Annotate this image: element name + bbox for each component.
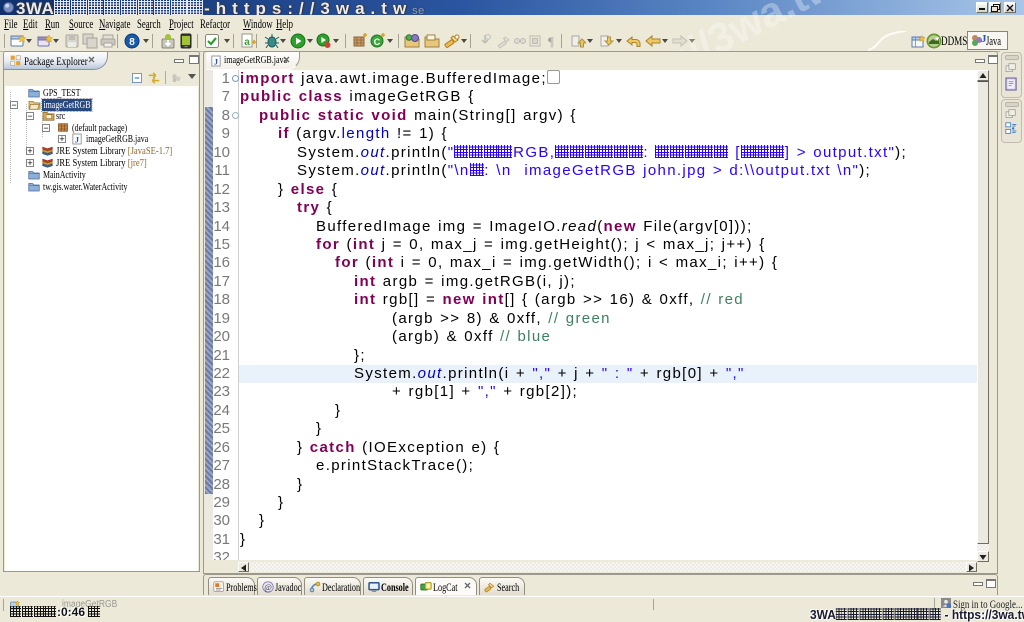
svg-text:J: J xyxy=(75,135,79,144)
svg-text:a: a xyxy=(244,37,250,48)
svg-text:C: C xyxy=(374,37,381,47)
svg-text:8: 8 xyxy=(129,37,135,48)
svg-text:@: @ xyxy=(264,583,272,592)
svg-text:J: J xyxy=(214,57,218,66)
svg-text:¶: ¶ xyxy=(548,34,554,49)
